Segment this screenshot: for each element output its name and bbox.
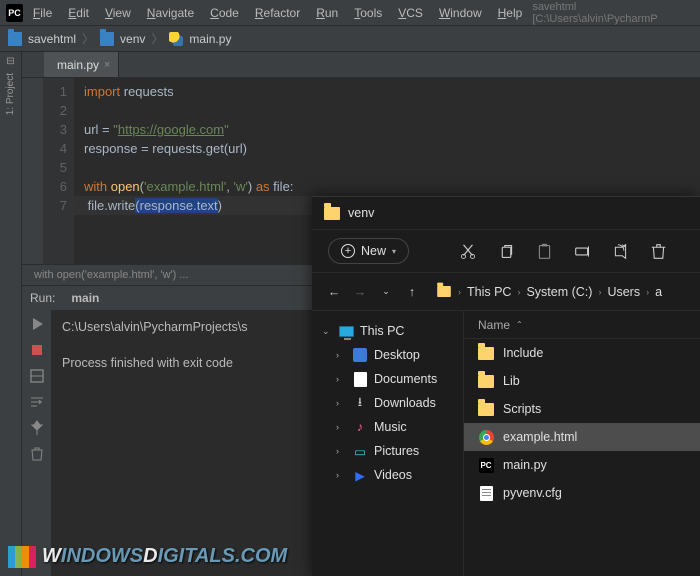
videos-icon: ▶ xyxy=(352,467,368,483)
run-title: Run: xyxy=(30,291,55,305)
crumb-file[interactable]: main.py xyxy=(189,32,231,46)
structure-gutter xyxy=(22,78,44,264)
menu-edit[interactable]: Edit xyxy=(62,4,95,22)
menubar: PC File Edit View Navigate Code Refactor… xyxy=(0,0,700,26)
tool-window-bar-left: ⊟ 1: Project xyxy=(0,52,22,576)
close-tab-icon[interactable]: × xyxy=(104,59,110,71)
folder-icon xyxy=(478,347,494,360)
menu-view[interactable]: View xyxy=(99,4,137,22)
list-item[interactable]: pyvenv.cfg xyxy=(464,479,700,507)
folder-icon xyxy=(8,32,22,46)
music-icon: ♪ xyxy=(352,419,368,435)
desktop-icon xyxy=(353,348,367,362)
tree-downloads[interactable]: ›⭳Downloads xyxy=(330,391,459,415)
tree-this-pc[interactable]: ⌄ This PC xyxy=(316,319,459,343)
folder-icon xyxy=(437,286,451,297)
menu-refactor[interactable]: Refactor xyxy=(249,4,306,22)
folder-icon xyxy=(100,32,114,46)
menu-vcs[interactable]: VCS xyxy=(392,4,429,22)
crumb-project[interactable]: savehtml xyxy=(28,32,76,46)
watermark: WINDOWSDIGITALS.COM xyxy=(8,545,287,568)
chrome-icon xyxy=(479,430,494,445)
list-item[interactable]: PCmain.py xyxy=(464,451,700,479)
navigation-bar: savehtml 〉 venv 〉 main.py xyxy=(0,26,700,52)
cut-icon[interactable] xyxy=(459,242,477,260)
copy-icon[interactable] xyxy=(497,242,515,260)
list-item[interactable]: Include xyxy=(464,339,700,367)
delete-icon[interactable] xyxy=(649,242,667,260)
menu-help[interactable]: Help xyxy=(492,4,529,22)
windows-flag-icon xyxy=(8,546,36,568)
forward-icon[interactable]: → xyxy=(352,284,368,300)
menu-window[interactable]: Window xyxy=(433,4,488,22)
chevron-right-icon: 〉 xyxy=(82,30,94,47)
tree-pictures[interactable]: ›▭Pictures xyxy=(330,439,459,463)
menu-navigate[interactable]: Navigate xyxy=(141,4,200,22)
sort-asc-icon: ⌃ xyxy=(516,320,523,329)
paste-icon[interactable] xyxy=(535,242,553,260)
explorer-nav: ← → ⌄ ↑ › This PC› System (C:)› Users› a xyxy=(312,273,700,311)
up-icon[interactable]: ↑ xyxy=(404,284,420,300)
menu-tools[interactable]: Tools xyxy=(348,4,388,22)
file-explorer-window: venv + New ▾ ← → ⌄ ↑ › This PC› System (… xyxy=(312,196,700,576)
share-icon[interactable] xyxy=(611,242,629,260)
list-item-selected[interactable]: example.html xyxy=(464,423,700,451)
config-file-icon xyxy=(480,486,493,501)
back-icon[interactable]: ← xyxy=(326,284,342,300)
file-list: Name⌃ Include Lib Scripts example.html P… xyxy=(464,311,700,576)
pycharm-file-icon: PC xyxy=(479,458,494,473)
chevron-down-icon: ▾ xyxy=(392,247,396,256)
rename-icon[interactable] xyxy=(573,242,591,260)
recent-icon[interactable]: ⌄ xyxy=(378,284,394,300)
editor-tabs: main.py × xyxy=(22,52,700,78)
navigation-pane: ⌄ This PC ›Desktop ›Documents ›⭳Download… xyxy=(312,311,464,576)
tab-label: main.py xyxy=(57,58,99,72)
tree-music[interactable]: ›♪Music xyxy=(330,415,459,439)
list-item[interactable]: Scripts xyxy=(464,395,700,423)
stop-icon[interactable] xyxy=(29,342,45,358)
tab-main-py[interactable]: main.py × xyxy=(44,52,119,77)
run-config-name[interactable]: main xyxy=(71,291,99,305)
project-tool-tab[interactable]: 1: Project xyxy=(3,67,18,121)
tree-videos[interactable]: ›▶Videos xyxy=(330,463,459,487)
this-pc-icon xyxy=(339,326,354,337)
run-toolbar xyxy=(22,310,52,576)
explorer-toolbar: + New ▾ xyxy=(312,229,700,273)
trash-icon[interactable] xyxy=(29,446,45,462)
line-number-gutter: 1234567 xyxy=(44,78,74,264)
column-header-name[interactable]: Name⌃ xyxy=(464,311,700,339)
collapse-icon[interactable]: ⊟ xyxy=(6,56,14,67)
downloads-icon: ⭳ xyxy=(352,395,368,411)
list-item[interactable]: Lib xyxy=(464,367,700,395)
new-button[interactable]: + New ▾ xyxy=(328,238,409,264)
folder-icon xyxy=(478,403,494,416)
pycharm-logo-icon: PC xyxy=(6,4,23,22)
layout-icon[interactable] xyxy=(29,368,45,384)
pictures-icon: ▭ xyxy=(352,443,368,459)
tree-desktop[interactable]: ›Desktop xyxy=(330,343,459,367)
tree-documents[interactable]: ›Documents xyxy=(330,367,459,391)
pin-icon[interactable] xyxy=(29,420,45,436)
menu-run[interactable]: Run xyxy=(310,4,344,22)
folder-icon xyxy=(478,375,494,388)
python-file-icon xyxy=(169,32,183,46)
address-bar[interactable]: › This PC› System (C:)› Users› a xyxy=(436,285,662,299)
project-path-hint: savehtml [C:\Users\alvin\PycharmP xyxy=(532,1,694,25)
menu-code[interactable]: Code xyxy=(204,4,245,22)
documents-icon xyxy=(354,372,367,387)
chevron-right-icon: 〉 xyxy=(151,30,163,47)
plus-icon: + xyxy=(341,244,355,258)
rerun-icon[interactable] xyxy=(29,316,45,332)
crumb-venv[interactable]: venv xyxy=(120,32,145,46)
menu-file[interactable]: File xyxy=(27,4,58,22)
chevron-down-icon: ⌄ xyxy=(322,326,332,337)
soft-wrap-icon[interactable] xyxy=(29,394,45,410)
